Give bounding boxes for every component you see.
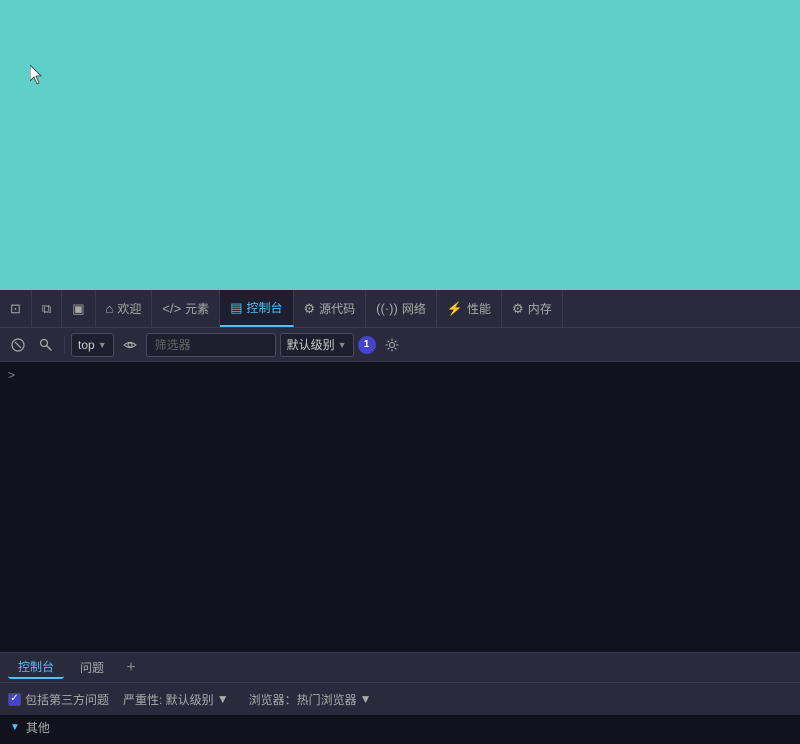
status-issues-label: 问题: [80, 661, 104, 675]
third-party-label: 包括第三方问题: [25, 691, 109, 708]
devtools-panel: ⊡ ⧉ ▣ ⌂ 欢迎 </> 元素 ▤ 控制台 ⚙ 源代码 ((·)) 网络 ⚡: [0, 290, 800, 744]
elements-icon: </>: [162, 301, 181, 316]
checkbox-box: ✓: [8, 693, 21, 706]
context-selector[interactable]: top ▼: [71, 333, 114, 357]
issues-count: 1: [364, 339, 370, 350]
console-output[interactable]: >: [0, 362, 800, 652]
settings-button[interactable]: [380, 333, 404, 357]
console-icon: ▤: [230, 300, 242, 316]
issues-badge[interactable]: 1: [358, 336, 376, 354]
home-icon: ⌂: [106, 301, 114, 316]
tab-elements-label: 元素: [185, 300, 209, 317]
filter-toggle-button[interactable]: [34, 333, 58, 357]
tab-welcome-label: 欢迎: [117, 300, 141, 317]
inspect-icon: ⊡: [10, 301, 21, 317]
sidebar-icon: ▣: [72, 301, 84, 317]
status-console-label: 控制台: [18, 660, 54, 674]
tab-console-label: 控制台: [246, 299, 282, 316]
add-tab-button[interactable]: +: [120, 657, 142, 679]
tab-performance[interactable]: ⚡ 性能: [437, 290, 502, 327]
memory-icon: ⚙: [512, 301, 524, 317]
tab-memory-label: 内存: [528, 300, 552, 317]
status-tab-issues[interactable]: 问题: [70, 657, 114, 678]
browser-label: 浏览器：热门浏览器: [249, 691, 357, 708]
tab-console[interactable]: ▤ 控制台: [220, 290, 293, 327]
chevron-down-icon: ▼: [98, 340, 107, 350]
level-selector[interactable]: 默认级别 ▼: [280, 333, 354, 357]
devtools-tab-bar: ⊡ ⧉ ▣ ⌂ 欢迎 </> 元素 ▤ 控制台 ⚙ 源代码 ((·)) 网络 ⚡: [0, 290, 800, 328]
third-party-checkbox[interactable]: ✓ 包括第三方问题: [8, 691, 109, 708]
performance-icon: ⚡: [447, 301, 463, 317]
filter-input[interactable]: [146, 333, 276, 357]
sources-icon: ⚙: [304, 301, 316, 317]
eye-button[interactable]: [118, 333, 142, 357]
status-tab-console[interactable]: 控制台: [8, 656, 64, 679]
check-mark-icon: ✓: [10, 694, 18, 704]
toolbar-divider-1: [64, 336, 65, 354]
tab-copy[interactable]: ⧉: [32, 290, 62, 327]
tab-network[interactable]: ((·)) 网络: [366, 290, 437, 327]
browser-arrow-icon: ▼: [360, 692, 372, 706]
issues-content: ▼ 其他: [0, 715, 800, 744]
issues-filter-bar: ✓ 包括第三方问题 严重性: 默认级别 ▼ 浏览器：热门浏览器 ▼: [0, 683, 800, 715]
issues-group-other[interactable]: ▼ 其他: [0, 715, 800, 740]
tab-sidebar[interactable]: ▣: [62, 290, 95, 327]
tab-performance-label: 性能: [467, 300, 491, 317]
clear-console-button[interactable]: [6, 333, 30, 357]
severity-filter[interactable]: 严重性: 默认级别 ▼: [117, 689, 235, 710]
prompt-arrow: >: [8, 368, 15, 382]
tab-network-label: 网络: [402, 300, 426, 317]
browser-filter[interactable]: 浏览器：热门浏览器 ▼: [243, 689, 378, 710]
console-input-area[interactable]: >: [0, 362, 800, 388]
copy-icon: ⧉: [42, 301, 51, 317]
context-value: top: [78, 338, 95, 352]
tab-inspect[interactable]: ⊡: [0, 290, 32, 327]
tab-welcome[interactable]: ⌂ 欢迎: [96, 290, 153, 327]
level-value: 默认级别: [287, 336, 335, 353]
tab-memory[interactable]: ⚙ 内存: [502, 290, 563, 327]
console-toolbar: top ▼ 默认级别 ▼ 1: [0, 328, 800, 362]
severity-label: 严重性: 默认级别: [123, 691, 214, 708]
issues-group-label: 其他: [26, 719, 50, 736]
severity-arrow-icon: ▼: [217, 692, 229, 706]
bottom-tab-bar: 控制台 问题 +: [0, 652, 800, 682]
network-icon: ((·)): [376, 301, 398, 316]
expand-arrow-icon: ▼: [10, 722, 20, 733]
chevron-down-icon-2: ▼: [338, 340, 347, 350]
tab-sources[interactable]: ⚙ 源代码: [294, 290, 367, 327]
mouse-cursor: [30, 65, 44, 85]
issues-panel: ✓ 包括第三方问题 严重性: 默认级别 ▼ 浏览器：热门浏览器 ▼ ▼ 其他: [0, 682, 800, 744]
tab-elements[interactable]: </> 元素: [152, 290, 220, 327]
tab-sources-label: 源代码: [319, 300, 355, 317]
browser-viewport: [0, 0, 800, 290]
